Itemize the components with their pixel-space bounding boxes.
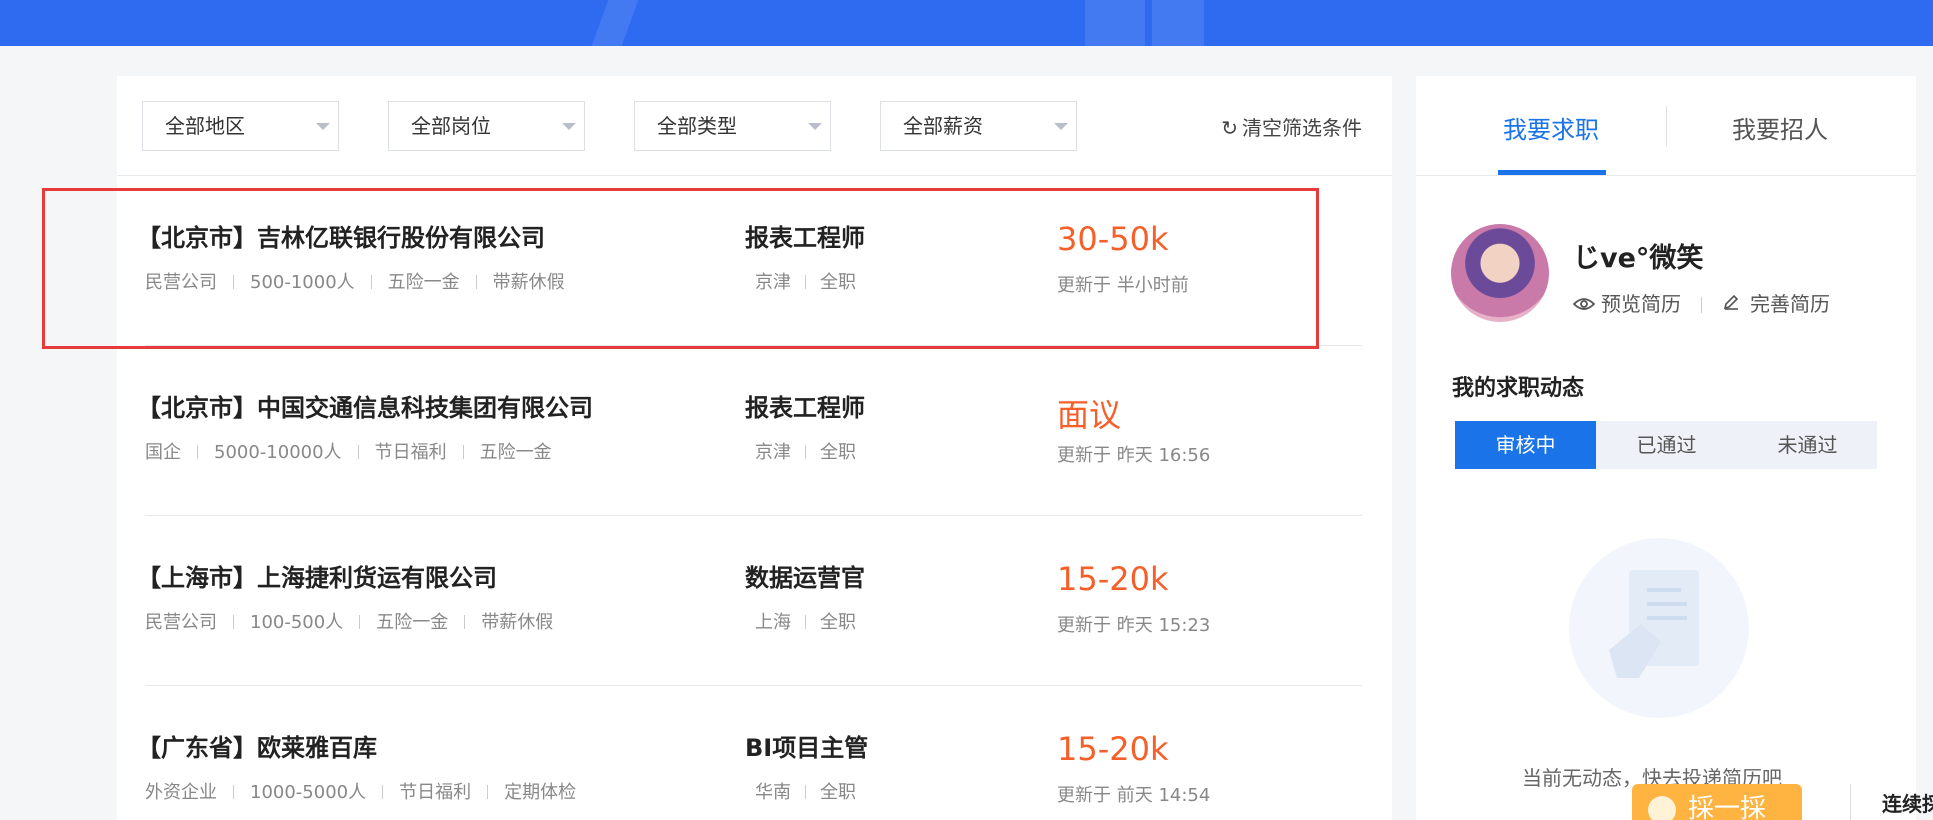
tag-divider (233, 785, 234, 799)
tag-divider (487, 785, 489, 799)
type-select-value: 全部类型 (657, 114, 737, 138)
tag-divider (805, 785, 806, 799)
preview-resume-label: 预览简历 (1601, 292, 1681, 316)
job-update-time: 更新于 前天 14:54 (1057, 785, 1211, 806)
caret-down-icon (808, 123, 822, 130)
benefit-tag: 五险一金 (376, 612, 449, 633)
job-row[interactable]: 【北京市】中国交通信息科技集团有限公司 国企 5000-10000人 节日福利 五险一… (137, 346, 1362, 516)
edit-resume-label: 完善简历 (1750, 292, 1830, 316)
banner-decoration (591, 0, 639, 46)
tag-divider (464, 615, 466, 629)
company-type: 民营公司 (145, 612, 217, 633)
tab-recruiting[interactable]: 我要招人 (1732, 110, 1828, 145)
pencil-icon (1722, 292, 1744, 316)
position-select-value: 全部岗位 (411, 114, 491, 138)
job-location: 华南 全职 (755, 778, 856, 804)
promo-divider (1850, 784, 1851, 820)
company-size: 1000-5000人 (250, 782, 367, 803)
company-size: 100-500人 (250, 612, 344, 633)
refresh-icon: ↻ (1221, 116, 1238, 140)
job-title[interactable]: BI项目主管 (745, 728, 868, 763)
tag-divider (233, 615, 234, 629)
salary-select-value: 全部薪资 (903, 114, 983, 138)
tag-divider (357, 445, 359, 459)
caret-down-icon (1054, 123, 1068, 130)
job-title[interactable]: 报表工程师 (745, 388, 865, 423)
benefit-tag: 定期体检 (504, 782, 577, 803)
job-row[interactable]: 【广东省】欧莱雅百库 外资企业 1000-5000人 节日福利 定期体检 BI项目主管… (137, 686, 1362, 820)
active-tab-underline (1498, 170, 1606, 175)
avatar[interactable] (1451, 224, 1549, 322)
job-company[interactable]: 【北京市】中国交通信息科技集团有限公司 (137, 388, 593, 423)
tag-divider (805, 615, 806, 629)
eye-icon (1572, 292, 1596, 316)
status-tab-passed[interactable]: 已通过 (1596, 421, 1737, 469)
status-tabs: 审核中 已通过 未通过 (1455, 421, 1877, 469)
benefit-tag: 五险一金 (479, 442, 552, 463)
job-update-time: 更新于 昨天 15:23 (1057, 615, 1211, 636)
status-tab-reviewing[interactable]: 审核中 (1455, 421, 1596, 469)
preview-resume-link[interactable]: 预览简历 (1572, 288, 1681, 317)
job-tags: 国企 5000-10000人 节日福利 五险一金 (145, 438, 552, 464)
job-salary: 面议 (1057, 396, 1122, 434)
clear-filters-label: 清空筛选条件 (1242, 116, 1362, 140)
edit-resume-link[interactable]: 完善简历 (1722, 288, 1830, 317)
work-type: 全职 (820, 442, 856, 463)
company-size: 5000-10000人 (214, 442, 342, 463)
tab-job-seeking[interactable]: 我要求职 (1503, 110, 1599, 145)
job-location: 上海 全职 (755, 608, 856, 634)
highlight-box (42, 188, 1319, 349)
link-divider (1701, 297, 1702, 313)
work-type: 全职 (820, 612, 856, 633)
benefit-tag: 节日福利 (374, 442, 447, 463)
caret-down-icon (316, 123, 330, 130)
caret-down-icon (562, 123, 576, 130)
tag-divider (382, 785, 384, 799)
location: 上海 (755, 612, 791, 633)
job-company[interactable]: 【广东省】欧莱雅百库 (137, 728, 377, 763)
region-select[interactable]: 全部地区 (142, 101, 339, 151)
job-title[interactable]: 数据运营官 (745, 558, 865, 593)
tab-divider (1666, 106, 1667, 146)
location: 京津 (755, 442, 791, 463)
side-tabs: 我要求职 我要招人 (1416, 76, 1916, 176)
resume-links: 预览简历 完善简历 (1572, 288, 1830, 317)
job-tags: 外资企业 1000-5000人 节日福利 定期体检 (145, 778, 576, 804)
position-select[interactable]: 全部岗位 (388, 101, 585, 151)
job-tags: 民营公司 100-500人 五险一金 带薪休假 (145, 608, 553, 634)
benefit-tag: 带薪休假 (481, 612, 554, 633)
type-select[interactable]: 全部类型 (634, 101, 831, 151)
banner-decoration (1152, 0, 1204, 46)
job-row[interactable]: 【上海市】上海捷利货运有限公司 民营公司 100-500人 五险一金 带薪休假 数据运… (137, 516, 1362, 686)
tag-divider (359, 615, 361, 629)
clear-filters-button[interactable]: ↻ 清空筛选条件 (1221, 112, 1362, 141)
filter-bar: 全部地区 全部岗位 全部类型 全部薪资 ↻ 清空筛选条件 (117, 76, 1392, 176)
job-update-time: 更新于 昨天 16:56 (1057, 445, 1211, 466)
promo-button[interactable]: 採一採 (1632, 784, 1802, 820)
location: 华南 (755, 782, 791, 803)
job-company[interactable]: 【上海市】上海捷利货运有限公司 (137, 558, 497, 593)
user-name: じve°微笑 (1573, 243, 1704, 274)
promo-button-label: 採一採 (1688, 794, 1767, 820)
job-salary: 15-20k (1057, 730, 1169, 768)
job-salary: 15-20k (1057, 560, 1169, 598)
side-panel: 我要求职 我要招人 じve°微笑 预览简历 完善简历 我的求职动态 审核中 已通… (1416, 76, 1916, 820)
promo-icon (1648, 796, 1676, 820)
tag-divider (462, 445, 464, 459)
salary-select[interactable]: 全部薪资 (880, 101, 1077, 151)
banner-decoration (1085, 0, 1145, 46)
top-banner (0, 0, 1933, 46)
job-location: 京津 全职 (755, 438, 856, 464)
tag-divider (805, 445, 806, 459)
status-title: 我的求职动态 (1452, 376, 1585, 401)
region-select-value: 全部地区 (165, 114, 245, 138)
company-type: 国企 (145, 442, 181, 463)
empty-state-illustration (1569, 538, 1749, 718)
promo-side-text: 连续採 (1882, 792, 1933, 816)
benefit-tag: 节日福利 (399, 782, 472, 803)
company-type: 外资企业 (145, 782, 217, 803)
tag-divider (197, 445, 198, 459)
status-tab-rejected[interactable]: 未通过 (1737, 421, 1878, 469)
work-type: 全职 (820, 782, 856, 803)
